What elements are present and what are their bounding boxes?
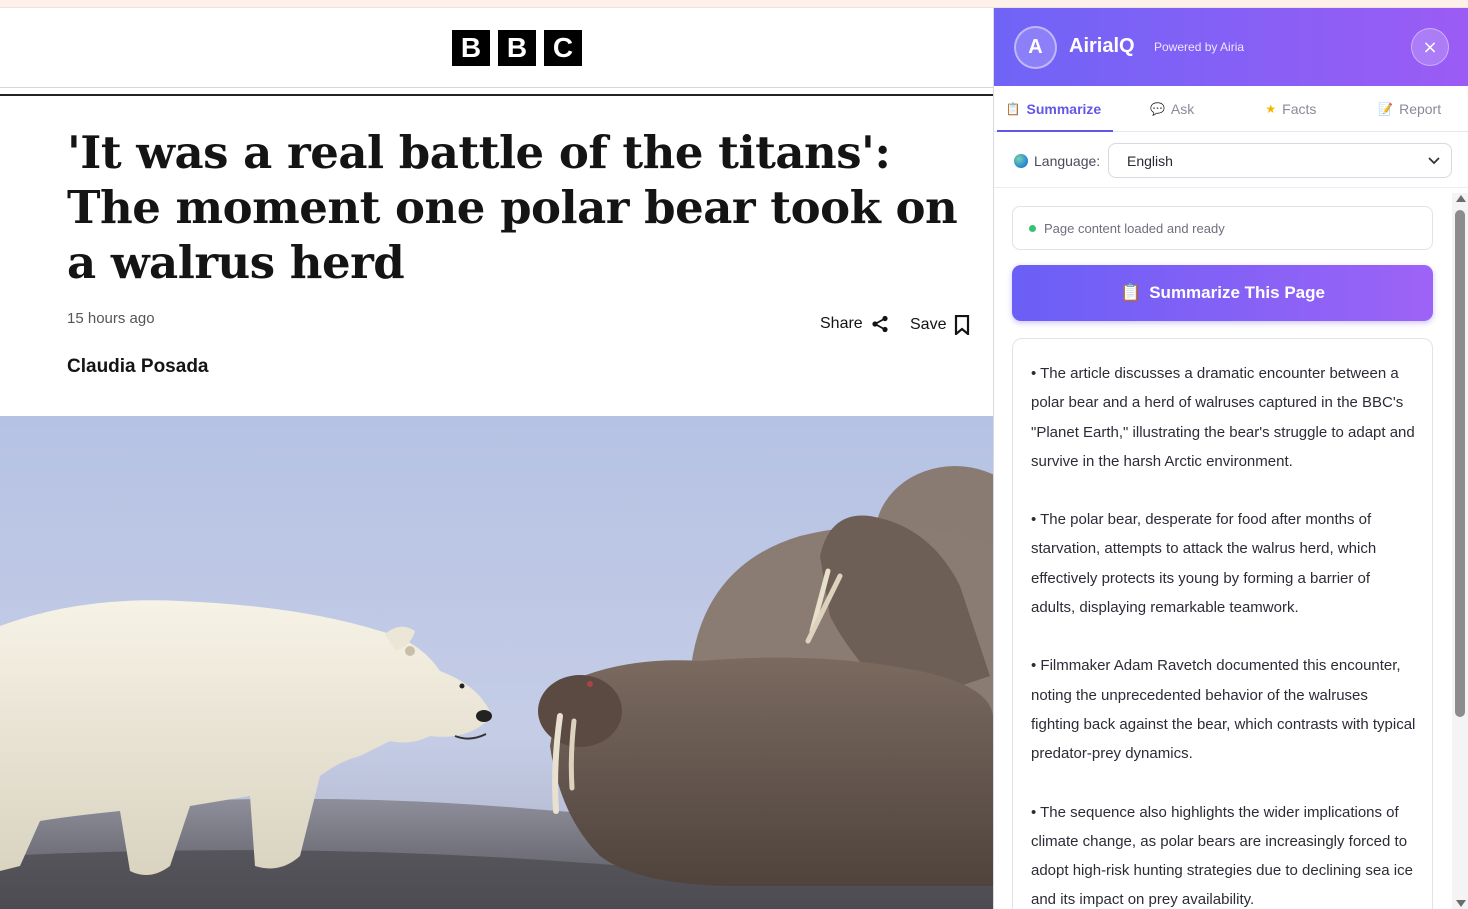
- share-icon: [872, 315, 888, 333]
- tab-facts[interactable]: ★ Facts: [1232, 86, 1351, 131]
- language-select[interactable]: English: [1108, 143, 1452, 178]
- airialq-panel: A AirialQ Powered by Airia × 📋 Summarize…: [993, 8, 1468, 909]
- scroll-up-arrow-icon[interactable]: [1456, 195, 1466, 202]
- polar-bear-walrus-photo: [0, 416, 993, 909]
- scroll-down-arrow-icon[interactable]: [1456, 900, 1466, 907]
- browser-top-strip: [0, 0, 1468, 8]
- status-text: Page content loaded and ready: [1044, 221, 1225, 236]
- panel-header: A AirialQ Powered by Airia ×: [994, 8, 1468, 86]
- tab-label: Report: [1399, 100, 1442, 117]
- summary-point: • The polar bear, desperate for food aft…: [1031, 511, 1377, 617]
- app-name: AirialQ: [1069, 35, 1135, 57]
- article-headline: 'It was a real battle of the titans': Th…: [67, 126, 958, 289]
- site-header: B B C: [0, 8, 993, 88]
- language-value: English: [1127, 152, 1173, 169]
- close-icon: ×: [1422, 36, 1438, 58]
- star-icon: ★: [1265, 101, 1277, 116]
- hero-image: [0, 416, 993, 909]
- summarize-button-label: Summarize This Page: [1149, 283, 1325, 302]
- save-button[interactable]: Save: [910, 315, 970, 335]
- logo-letter: B: [452, 30, 490, 66]
- tab-label: Facts: [1282, 100, 1317, 117]
- tab-label: Summarize: [1026, 100, 1102, 117]
- bookmark-icon: [955, 315, 970, 335]
- chevron-down-icon: [1428, 157, 1440, 165]
- share-button[interactable]: Share: [820, 315, 889, 333]
- summary-point: • The article discusses a dramatic encou…: [1031, 365, 1415, 470]
- language-row: Language: English: [994, 132, 1468, 188]
- clipboard-icon: 📋: [1120, 283, 1142, 302]
- memo-icon: 📝: [1378, 101, 1394, 116]
- powered-by-label: Powered by Airia: [1154, 40, 1245, 54]
- nav-divider: [0, 94, 993, 96]
- tab-ask[interactable]: 💬 Ask: [1113, 86, 1232, 131]
- tab-summarize[interactable]: 📋 Summarize: [994, 86, 1113, 132]
- avatar: A: [1014, 26, 1057, 69]
- summarize-page-button[interactable]: 📋 Summarize This Page: [1012, 265, 1433, 321]
- summary-point: • The sequence also highlights the wider…: [1031, 803, 1413, 909]
- status-dot: [1029, 225, 1036, 232]
- close-button[interactable]: ×: [1411, 28, 1449, 66]
- share-label: Share: [820, 315, 863, 332]
- language-label: Language:: [1034, 153, 1101, 169]
- clipboard-icon: 📋: [1005, 101, 1021, 116]
- tab-report[interactable]: 📝 Report: [1350, 86, 1468, 131]
- scroll-thumb[interactable]: [1455, 210, 1465, 717]
- logo-letter: C: [544, 30, 582, 66]
- summary-output: • The article discusses a dramatic encou…: [1012, 338, 1433, 909]
- tab-label: Ask: [1170, 100, 1195, 117]
- article-timestamp: 15 hours ago: [67, 310, 155, 327]
- panel-tabs: 📋 Summarize 💬 Ask ★ Facts 📝 Report: [994, 86, 1468, 132]
- status-indicator: Page content loaded and ready: [1012, 206, 1433, 250]
- globe-icon: [1014, 154, 1028, 168]
- bbc-logo[interactable]: B B C: [452, 30, 582, 66]
- article-author[interactable]: Claudia Posada: [67, 356, 209, 378]
- speech-bubble-icon: 💬: [1149, 101, 1165, 116]
- summary-point: • Filmmaker Adam Ravetch documented this…: [1031, 657, 1416, 763]
- save-label: Save: [910, 316, 947, 333]
- logo-letter: B: [498, 30, 536, 66]
- panel-scrollbar[interactable]: [1452, 193, 1468, 909]
